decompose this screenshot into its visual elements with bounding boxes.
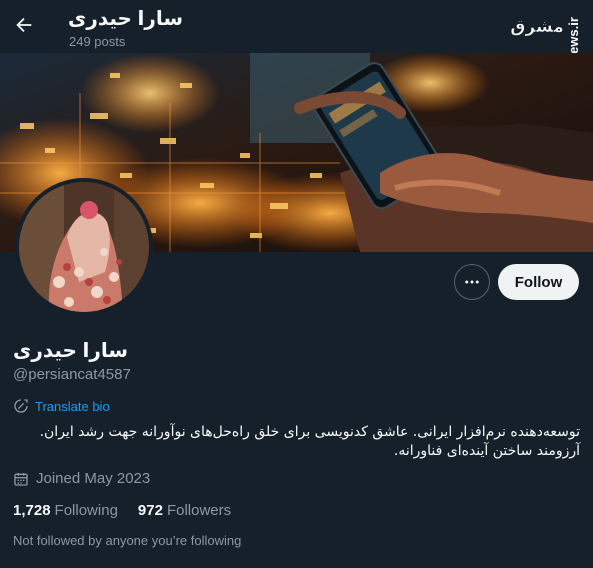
more-dots-icon: [465, 280, 479, 284]
bio-line-2: آرزومند ساختن آینده‌ای فناورانه.: [393, 443, 580, 459]
followers-link[interactable]: 972 Followers: [138, 502, 231, 519]
back-button[interactable]: [10, 11, 38, 39]
avatar-image: [19, 182, 149, 312]
calendar-icon: [14, 472, 28, 486]
profile-header: سارا حیدری 249 posts مشرق mashreghnews.i…: [0, 0, 593, 124]
following-link[interactable]: 1,728 Following: [13, 502, 118, 519]
bio-line-1: توسعه‌دهنده نرم‌افزار ایرانی. عاشق کدنوی…: [39, 424, 580, 440]
followers-count: 972: [137, 502, 163, 519]
translate-bio-label: Translate bio: [35, 398, 110, 414]
avatar[interactable]: [15, 178, 153, 316]
arrow-left-icon: [16, 17, 32, 33]
following-label: Following: [54, 502, 118, 519]
following-count: 1,728: [13, 502, 51, 519]
profile-bio: توسعه‌دهنده نرم‌افزار ایرانی. عاشق کدنوی…: [13, 423, 580, 461]
translate-icon: [14, 399, 28, 413]
header-post-count: 249 posts: [69, 34, 126, 49]
follow-stats: 1,728 Following 972 Followers: [13, 502, 231, 519]
joined-label: Joined May 2023: [36, 470, 151, 487]
follow-button[interactable]: Follow: [498, 264, 579, 300]
profile-name: سارا حیدری: [13, 340, 129, 362]
translate-bio-link[interactable]: Translate bio: [13, 398, 110, 414]
profile-handle: @persiancat4587: [13, 366, 131, 383]
more-button[interactable]: [454, 264, 490, 300]
not-followed-notice: Not followed by anyone you’re following: [13, 533, 242, 548]
followers-label: Followers: [166, 502, 232, 519]
header-title: سارا حیدری: [68, 8, 184, 30]
joined-date: Joined May 2023: [13, 470, 150, 487]
watermark-logo-text: مشرق: [510, 17, 564, 37]
